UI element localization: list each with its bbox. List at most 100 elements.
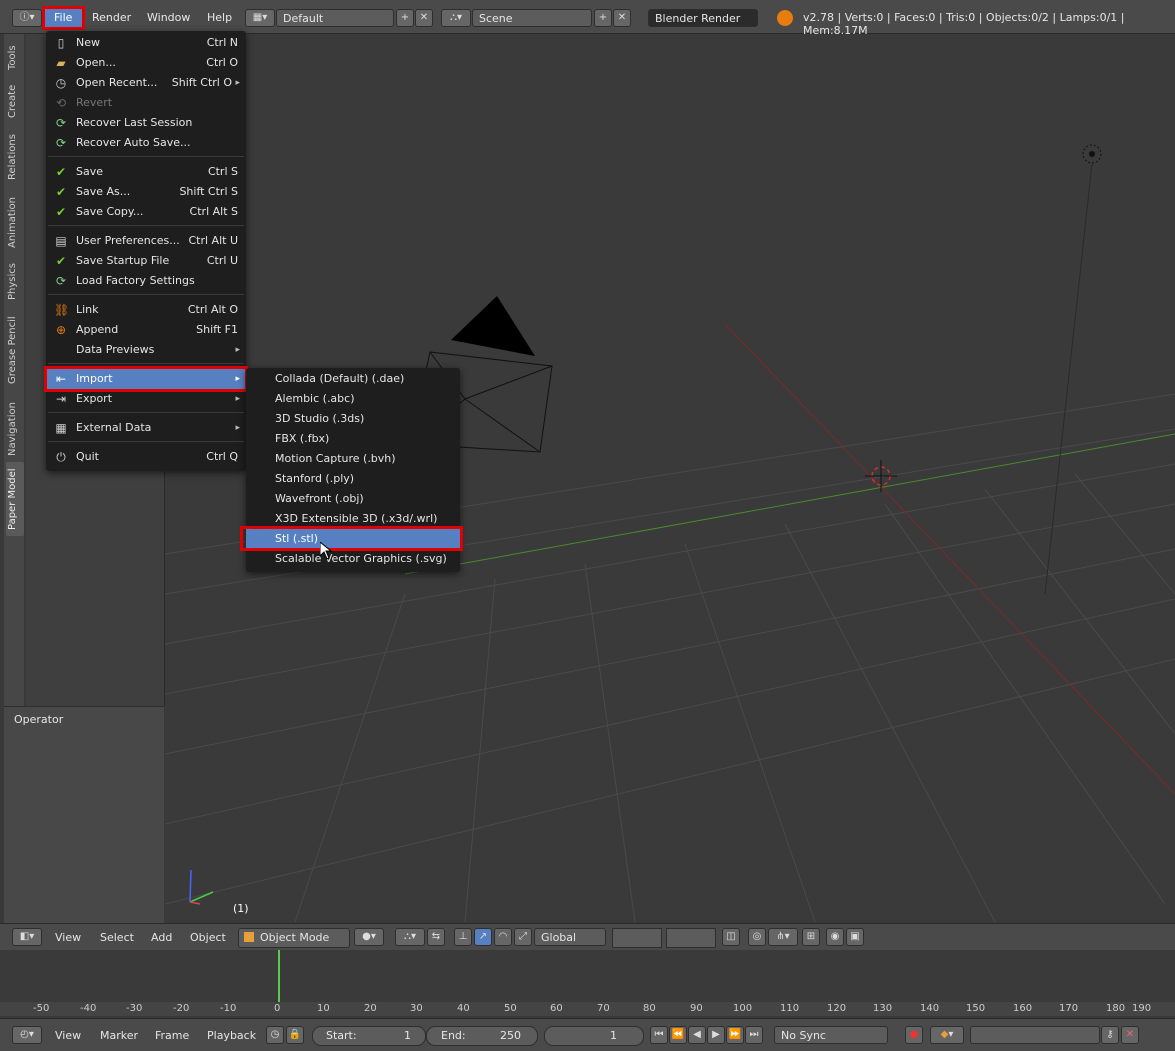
layout-field[interactable]: Default [276,9,394,27]
next-keyframe-icon[interactable]: ⏩ [726,1026,744,1044]
object-menu[interactable]: Object [190,931,226,944]
info-editor-icon[interactable]: ⓘ▾ [12,9,42,27]
import-svg[interactable]: Scalable Vector Graphics (.svg) [246,549,460,569]
close-scene-icon[interactable]: ✕ [613,9,631,27]
ruler-tick: 80 [643,1003,656,1014]
highlight-import [44,366,248,392]
render-image-icon[interactable]: ◉ [826,928,844,946]
jump-start-icon[interactable]: ⏮ [650,1026,668,1044]
select-menu[interactable]: Select [100,931,134,944]
translate-widget-icon[interactable]: ⊥ [454,928,472,946]
file-menu-dropdown: ▯ New Ctrl N ▰ Open... Ctrl O ◷ Open Recent..… [46,31,246,471]
close-layout-icon[interactable]: ✕ [415,9,433,27]
menu-item-load-factory-settings[interactable]: ⟳ Load Factory Settings [46,271,246,291]
lock-icon[interactable]: 🔒 [286,1026,304,1044]
play-icon[interactable]: ▶ [707,1026,725,1044]
snap-icon[interactable]: ⋔▾ [768,928,798,946]
menu-item-save-as[interactable]: ✔ Save As... Shift Ctrl S [46,182,246,202]
menu-help[interactable]: Help [207,9,232,27]
render-animation-icon[interactable]: ▣ [846,928,864,946]
orientation-select[interactable]: Global [534,928,606,946]
rotate-icon[interactable]: ◠ [494,928,512,946]
timeline-editor-icon[interactable]: ◴▾ [12,1026,42,1044]
import-alembic[interactable]: Alembic (.abc) [246,389,460,409]
menu-item-link[interactable]: ⛓ Link Ctrl Alt O [46,300,246,320]
menu-item-append[interactable]: ⊕ Append Shift F1 [46,320,246,340]
scene-icon[interactable]: ⛬▾ [441,9,471,27]
menu-item-external-data[interactable]: ▦ External Data ▸ [46,418,246,438]
import-ply[interactable]: Stanford (.ply) [246,469,460,489]
menu-item-save-startup-file[interactable]: ✔ Save Startup File Ctrl U [46,251,246,271]
import-collada[interactable]: Collada (Default) (.dae) [246,369,460,389]
ruler-tick: 100 [733,1003,753,1014]
menu-item-new[interactable]: ▯ New Ctrl N [46,33,246,53]
import-3ds[interactable]: 3D Studio (.3ds) [246,409,460,429]
sync-select[interactable]: No Sync [774,1026,888,1044]
start-value: 1 [404,1029,411,1042]
editor-type-icon[interactable]: ◧▾ [12,928,42,946]
timeline-playback-menu[interactable]: Playback [207,1029,256,1042]
menu-item-export[interactable]: ⇥ Export ▸ [46,389,246,409]
scene-field[interactable]: Scene [472,9,592,27]
top-header: ⓘ▾ File Render Window Help ▦▾ Default + … [0,0,1175,37]
prev-keyframe-icon[interactable]: ⏪ [669,1026,687,1044]
add-scene-icon[interactable]: + [594,9,612,27]
menu-item-save-copy[interactable]: ✔ Save Copy... Ctrl Alt S [46,202,246,222]
menu-item-user-preferences[interactable]: ▤ User Preferences... Ctrl Alt U [46,231,246,251]
pivot-icon[interactable]: ⛬▾ [395,928,425,946]
manipulator-toggle-icon[interactable]: ⇆ [427,928,445,946]
current-frame-field[interactable] [544,1026,644,1046]
layout-grid-icon[interactable]: ▦▾ [245,9,275,27]
export-icon: ⇥ [55,392,67,406]
menu-item-recover-auto-save[interactable]: ⟳ Recover Auto Save... [46,133,246,153]
view-menu[interactable]: View [55,931,81,944]
menu-item-data-previews[interactable]: Data Previews ▸ [46,340,246,360]
operator-title[interactable]: Operator [14,713,63,726]
jump-end-icon[interactable]: ⏭ [745,1026,763,1044]
menu-item-quit[interactable]: ⏻ Quit Ctrl Q [46,447,246,467]
import-bvh[interactable]: Motion Capture (.bvh) [246,449,460,469]
layers-grid-right[interactable] [666,928,716,948]
timeline-marker-menu[interactable]: Marker [100,1029,138,1042]
ruler-tick: -20 [173,1003,190,1014]
translate-arrow-icon[interactable]: ↗ [474,928,492,946]
ruler-tick: 160 [1013,1003,1033,1014]
menu-item-open-recent[interactable]: ◷ Open Recent... Shift Ctrl O ▸ [46,73,246,93]
ruler-tick: 0 [274,1003,281,1014]
import-fbx[interactable]: FBX (.fbx) [246,429,460,449]
preview-range-icon[interactable]: ◷ [266,1026,284,1044]
layers-grid-left[interactable] [612,928,662,948]
ruler-tick: 140 [920,1003,940,1014]
keying-set-field[interactable] [970,1026,1100,1044]
menu-item-open[interactable]: ▰ Open... Ctrl O [46,53,246,73]
snap-target-icon[interactable]: ⊞ [802,928,820,946]
menu-window[interactable]: Window [147,9,190,27]
menu-item-recover-last-session[interactable]: ⟳ Recover Last Session [46,113,246,133]
menu-item-save[interactable]: ✔ Save Ctrl S [46,162,246,182]
shading-mode-icon[interactable]: ●▾ [354,928,384,946]
menu-render[interactable]: Render [92,9,131,27]
mode-select[interactable]: Object Mode [260,931,329,944]
timeline-ruler[interactable]: -50 -40 -30 -20 -10 0 10 20 30 40 50 60 … [0,1002,1175,1016]
add-layout-icon[interactable]: + [396,9,414,27]
preferences-icon: ▤ [55,234,67,248]
operator-panel: Operator [4,706,164,923]
submenu-arrow-icon: ▸ [235,78,240,88]
timeline-view-menu[interactable]: View [55,1029,81,1042]
current-frame-line [278,950,280,1002]
timeline-frame-menu[interactable]: Frame [155,1029,189,1042]
insert-keyframe-icon[interactable]: ⚷ [1101,1026,1119,1044]
delete-keyframe-icon[interactable]: ✕ [1121,1026,1139,1044]
add-menu[interactable]: Add [151,931,172,944]
tab-paper-model[interactable]: Paper Model [4,468,24,570]
scale-icon[interactable]: ⤢ [514,928,532,946]
render-engine-select[interactable]: Blender Render [648,9,758,27]
ruler-tick: 90 [690,1003,703,1014]
record-icon[interactable]: ● [905,1026,923,1044]
keying-set-icon[interactable]: ◆▾ [930,1026,964,1044]
timeline-area[interactable] [0,950,1175,1002]
play-reverse-icon[interactable]: ◀ [688,1026,706,1044]
import-obj[interactable]: Wavefront (.obj) [246,489,460,509]
proportional-edit-icon[interactable]: ◎ [748,928,766,946]
layer-lock-icon[interactable]: ◫ [722,928,740,946]
